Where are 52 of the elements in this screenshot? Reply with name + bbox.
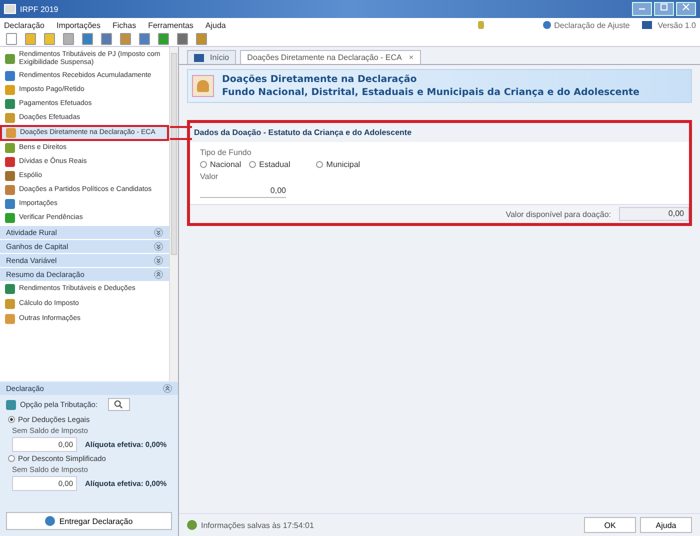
toolbar-icon[interactable] xyxy=(177,33,188,45)
dialog-button[interactable]: Ajuda xyxy=(640,517,692,533)
toolbar-icon[interactable] xyxy=(101,33,112,45)
panel-title: Dados da Doação - Estatuto da Criança e do Adolescente xyxy=(190,123,689,142)
menu-item[interactable]: Fichas xyxy=(112,20,136,30)
chevron-icon xyxy=(154,242,163,251)
field-label: Valor xyxy=(200,172,220,181)
tab[interactable]: Início xyxy=(187,50,236,64)
close-tab-button[interactable]: × xyxy=(408,53,414,62)
globe-icon xyxy=(45,516,56,526)
toolbar-icon[interactable] xyxy=(44,33,55,45)
toolbar-icon[interactable] xyxy=(25,33,36,45)
page-title: Fundo Nacional, Distrital, Estaduais e Municipais da Criança e do Adolescente xyxy=(222,86,640,99)
close-icon xyxy=(682,3,690,11)
toolbar-icon[interactable] xyxy=(196,33,207,45)
menu-item[interactable]: Declaração xyxy=(4,20,44,30)
toolbar-icon[interactable] xyxy=(139,33,150,45)
menu-item[interactable]: Importações xyxy=(56,20,100,30)
minimize-button[interactable] xyxy=(632,2,652,16)
radio-option[interactable]: Estadual xyxy=(249,160,290,169)
submit-button[interactable]: Entregar Declaração xyxy=(6,512,172,530)
chevron-icon xyxy=(154,270,163,279)
scrollbar[interactable] xyxy=(169,47,178,381)
toolbar-icon[interactable] xyxy=(63,33,74,45)
toolbar-icon[interactable] xyxy=(82,33,93,45)
chevron-icon xyxy=(154,228,163,237)
search-button[interactable] xyxy=(108,398,130,411)
chevron-icon xyxy=(154,256,163,265)
toolbar-icon[interactable] xyxy=(6,33,17,45)
declaration-type-link[interactable]: Declaração de Ajuste xyxy=(543,20,630,30)
status-message: Informações salvas às 17:54:01 xyxy=(201,520,314,530)
toolbar-icon[interactable] xyxy=(120,33,131,45)
radio-option[interactable]: Nacional xyxy=(200,160,242,169)
version-label: Versão 1.0 xyxy=(642,20,696,30)
toolbar-icon[interactable] xyxy=(158,33,169,45)
page-title: Doações Diretamente na Declaração xyxy=(222,73,418,86)
tab[interactable]: Doações Diretamente na Declaração - ECA × xyxy=(240,50,421,64)
maximize-button[interactable] xyxy=(654,2,674,16)
available-label: Valor disponível para doação: xyxy=(506,210,611,218)
menu-item[interactable]: Ajuda xyxy=(205,20,226,30)
chevron-icon xyxy=(163,384,172,393)
dialog-button[interactable]: OK xyxy=(584,517,636,533)
app-icon xyxy=(4,4,16,14)
available-value-field: 0,00 xyxy=(619,207,689,221)
radio-option[interactable]: Municipal xyxy=(316,160,360,169)
search-icon xyxy=(114,400,124,409)
value-field[interactable]: 0,00 xyxy=(200,184,286,198)
close-button[interactable] xyxy=(676,2,696,16)
maximize-icon xyxy=(660,3,668,11)
field-label: Tipo de Fundo xyxy=(200,148,252,157)
window-title: IRPF 2019 xyxy=(20,4,58,14)
menu-item[interactable]: Ferramentas xyxy=(148,20,194,30)
